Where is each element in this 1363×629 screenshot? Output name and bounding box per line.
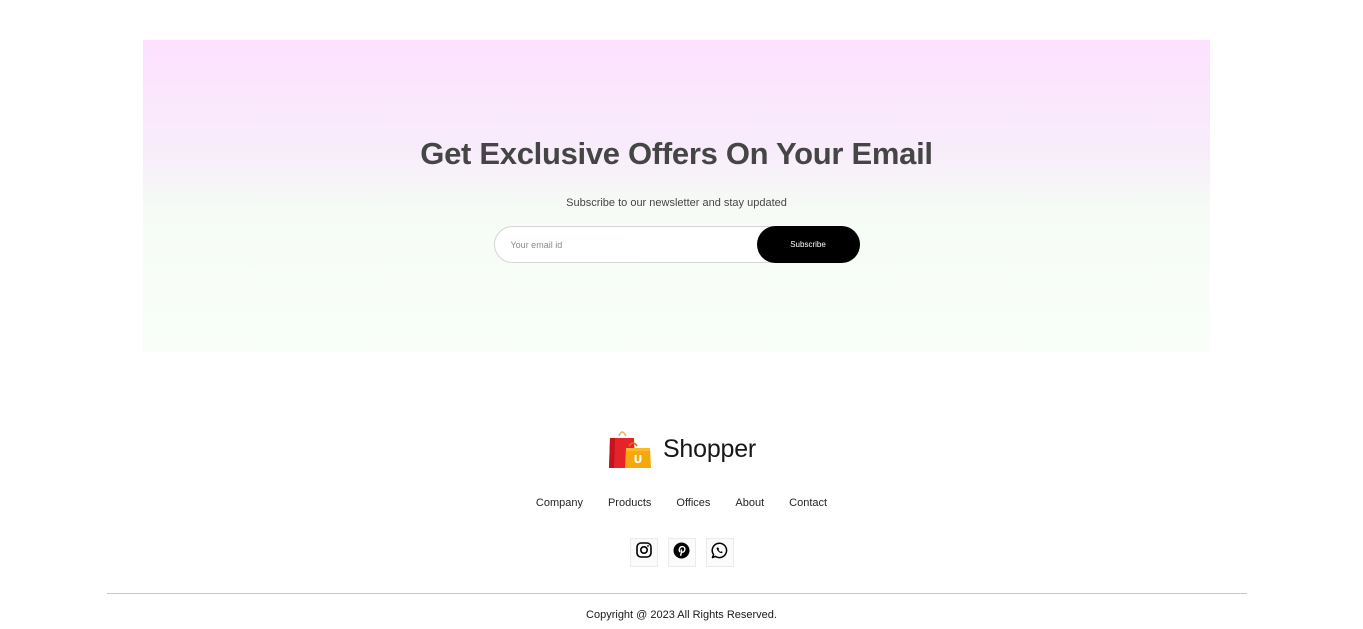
subscribe-button[interactable]: Subscribe <box>756 226 860 263</box>
footer-link-about[interactable]: About <box>735 497 764 509</box>
footer-link-company[interactable]: Company <box>536 497 583 509</box>
newsletter-title: Get Exclusive Offers On Your Email <box>420 136 933 171</box>
footer-link-products[interactable]: Products <box>608 497 651 509</box>
whatsapp-button[interactable] <box>705 538 734 567</box>
subscribe-form: Subscribe <box>493 226 860 263</box>
copyright-text: Copyright @ 2023 All Rights Reserved. <box>586 609 777 621</box>
instagram-icon <box>635 542 652 563</box>
footer-link-contact[interactable]: Contact <box>789 497 827 509</box>
brand-name: Shopper <box>662 434 757 463</box>
social-links <box>0 538 1363 567</box>
footer-links: Company Products Offices About Contact <box>0 497 1363 509</box>
shopping-bag-icon: U <box>607 428 653 470</box>
svg-text:U: U <box>633 453 642 466</box>
footer-link-offices[interactable]: Offices <box>676 497 710 509</box>
pinterest-button[interactable] <box>667 538 696 567</box>
newsletter-section: Get Exclusive Offers On Your Email Subsc… <box>143 40 1210 352</box>
footer-divider <box>107 593 1247 594</box>
whatsapp-icon <box>711 541 728 564</box>
footer-logo[interactable]: U Shopper <box>0 428 1363 470</box>
page: Get Exclusive Offers On Your Email Subsc… <box>0 0 1363 629</box>
pinterest-icon <box>673 542 690 564</box>
newsletter-subtitle: Subscribe to our newsletter and stay upd… <box>566 197 787 209</box>
instagram-button[interactable] <box>629 538 658 567</box>
